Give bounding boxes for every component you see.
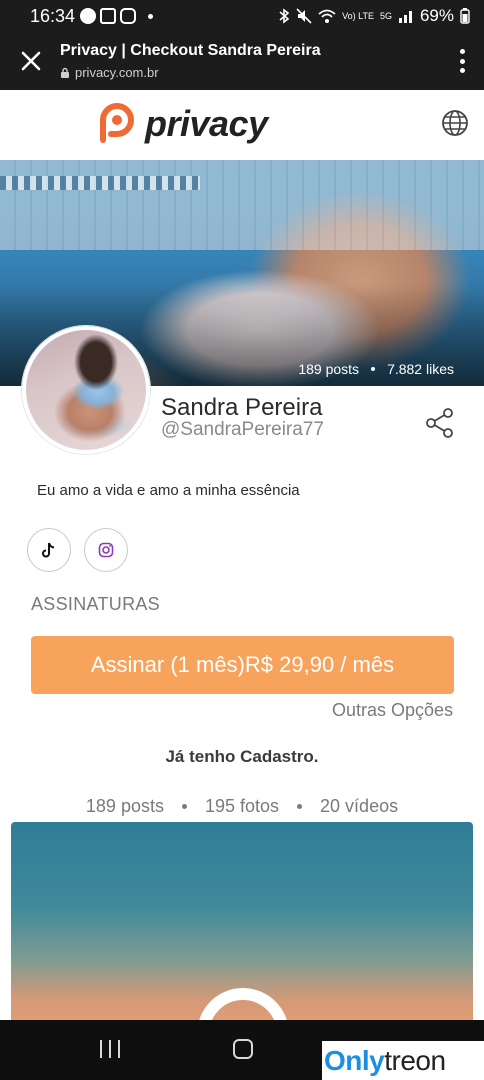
wifi-icon xyxy=(318,9,336,23)
page-url: privacy.com.br xyxy=(75,65,159,80)
banner-border-pattern xyxy=(0,176,200,190)
status-time: 16:34 xyxy=(30,6,76,26)
status-bar: 16:34 Vo) LTE 5G 69% xyxy=(0,0,484,34)
videos-count: 20 vídeos xyxy=(320,796,399,816)
profile-avatar[interactable] xyxy=(22,326,150,454)
notification-icons xyxy=(80,8,136,24)
lock-icon xyxy=(61,67,69,78)
soccer-ball-icon xyxy=(80,8,96,24)
profile-handle: @SandraPereira77 xyxy=(161,419,324,440)
content-counts: 189 posts 195 fotos 20 vídeos xyxy=(0,796,484,817)
url-row[interactable]: privacy.com.br xyxy=(60,65,159,80)
language-globe-button[interactable] xyxy=(440,108,470,138)
separator-dot xyxy=(371,367,376,371)
menu-dot xyxy=(459,58,465,64)
recents-bar xyxy=(100,1040,102,1058)
watermark-logo: Only treon xyxy=(322,1041,484,1080)
photos-count: 195 fotos xyxy=(204,796,280,816)
media-preview-card[interactable] xyxy=(11,822,473,1032)
recents-bar xyxy=(109,1040,111,1058)
other-options-link[interactable]: Outras Opções xyxy=(332,700,453,721)
separator-dot xyxy=(297,804,303,809)
privacy-logo[interactable]: privacy xyxy=(95,100,268,148)
share-button[interactable] xyxy=(424,407,456,439)
watermark-part-2: treon xyxy=(384,1044,446,1076)
separator-dot xyxy=(181,804,187,809)
banner-stats: 189 posts 7.882 likes xyxy=(298,361,454,377)
already-registered-link[interactable]: Já tenho Cadastro. xyxy=(0,747,484,767)
menu-dot xyxy=(459,68,465,73)
site-header: privacy xyxy=(0,90,484,160)
posts-count: 189 posts xyxy=(85,796,164,816)
status-indicators: Vo) LTE 5G 69% xyxy=(278,6,470,26)
profile-bio: Eu amo a vida e amo a minha essência xyxy=(37,482,300,499)
browser-toolbar: Privacy | Checkout Sandra Pereira privac… xyxy=(0,34,484,90)
profile-name: Sandra Pereira xyxy=(161,394,323,421)
subscribe-button[interactable]: Assinar (1 mês)R$ 29,90 / mês xyxy=(31,636,454,694)
subscriptions-label: ASSINATURAS xyxy=(31,594,160,614)
logo-wordmark: privacy xyxy=(145,103,268,144)
network-type: 5G xyxy=(379,10,392,21)
signal-icon xyxy=(398,11,412,23)
privacy-logo-icon xyxy=(100,103,134,143)
banner-background-tiles xyxy=(0,160,484,250)
instagram-button[interactable] xyxy=(84,528,128,572)
screen: 16:34 Vo) LTE 5G 69% Privacy | Checkout … xyxy=(0,0,484,1080)
battery-icon xyxy=(460,8,470,24)
banner-posts-count: 189 posts xyxy=(298,361,360,377)
tiktok-button[interactable] xyxy=(27,528,71,572)
battery-percent: 69% xyxy=(419,6,454,25)
bluetooth-icon xyxy=(279,8,290,24)
browser-menu-button[interactable] xyxy=(458,49,466,73)
banner-likes-count: 7.882 likes xyxy=(387,361,454,377)
instagram-icon xyxy=(98,542,114,558)
instagram-notification-icon xyxy=(120,8,136,24)
page-title: Privacy | Checkout Sandra Pereira xyxy=(60,42,321,59)
watermark-part-1: Only xyxy=(324,1044,385,1076)
close-tab-button[interactable] xyxy=(18,48,44,74)
tiktok-icon xyxy=(42,542,55,558)
recent-apps-button[interactable] xyxy=(100,1040,120,1058)
recents-bar xyxy=(118,1040,120,1058)
menu-dot xyxy=(459,49,465,54)
more-notifications-dot xyxy=(148,14,153,19)
volte-indicator: Vo) LTE xyxy=(342,10,374,21)
gallery-icon xyxy=(100,8,116,24)
home-button[interactable] xyxy=(233,1039,253,1059)
mute-icon xyxy=(296,8,312,24)
